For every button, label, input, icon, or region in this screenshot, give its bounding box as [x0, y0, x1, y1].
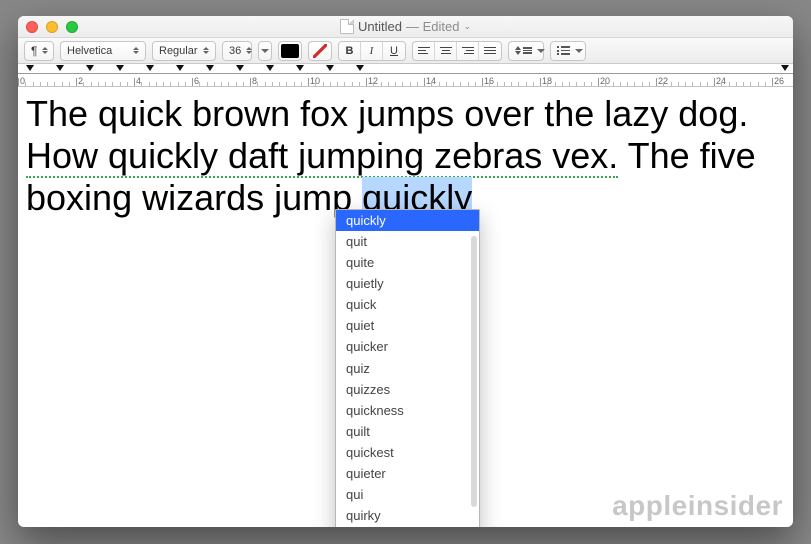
align-left-button[interactable] — [413, 42, 435, 60]
autocomplete-item[interactable]: quickly — [336, 210, 479, 231]
line-spacing-icon — [515, 46, 532, 55]
tab-stop[interactable] — [236, 65, 244, 71]
autocomplete-item[interactable]: quickness — [336, 400, 479, 421]
underline-button[interactable]: U — [383, 42, 405, 60]
paragraph-style-select[interactable]: ¶ — [24, 41, 54, 61]
align-center-icon — [440, 47, 452, 55]
tab-stop[interactable] — [296, 65, 304, 71]
window: Untitled — Edited ⌄ ¶ Helvetica Regular … — [18, 16, 793, 527]
autocomplete-item[interactable]: quitting — [336, 526, 479, 527]
grammar-underline: How quickly daft jumping zebras vex. — [26, 135, 618, 178]
autocomplete-item[interactable]: quite — [336, 252, 479, 273]
ruler[interactable]: 02468101214161820222426 — [18, 64, 793, 87]
chevron-updown-icon — [133, 47, 139, 54]
bullet-list-icon — [557, 46, 570, 55]
autocomplete-item[interactable]: quick — [336, 294, 479, 315]
right-margin-marker[interactable] — [781, 65, 789, 71]
chevron-updown-icon — [203, 47, 209, 54]
ruler-label: 2 — [78, 76, 83, 86]
tab-stop[interactable] — [326, 65, 334, 71]
tab-stop[interactable] — [116, 65, 124, 71]
autocomplete-item[interactable]: quit — [336, 231, 479, 252]
font-weight-select[interactable]: Regular — [152, 41, 216, 61]
tab-stop[interactable] — [56, 65, 64, 71]
autocomplete-item[interactable]: qui — [336, 484, 479, 505]
tab-stop[interactable] — [176, 65, 184, 71]
bold-button[interactable]: B — [339, 42, 361, 60]
autocomplete-item[interactable]: quieter — [336, 463, 479, 484]
paragraph-icon: ¶ — [31, 44, 37, 58]
tab-stop[interactable] — [266, 65, 274, 71]
autocomplete-item[interactable]: quiet — [336, 315, 479, 336]
line-spacing-select[interactable] — [508, 41, 544, 61]
titlebar: Untitled — Edited ⌄ — [18, 16, 793, 38]
window-title[interactable]: Untitled — Edited ⌄ — [18, 19, 793, 34]
chevron-updown-icon — [246, 47, 252, 54]
swatch-black-icon — [281, 44, 299, 58]
ruler-label: 4 — [136, 76, 141, 86]
font-family-label: Helvetica — [67, 45, 112, 57]
tab-stop[interactable] — [146, 65, 154, 71]
tab-stop[interactable] — [356, 65, 364, 71]
autocomplete-item[interactable]: quickest — [336, 442, 479, 463]
list-style-select[interactable] — [550, 41, 586, 61]
chevron-down-icon — [261, 49, 269, 53]
tab-stop[interactable] — [206, 65, 214, 71]
font-size-select[interactable]: 36 — [222, 41, 252, 61]
chevron-down-icon — [537, 49, 545, 53]
align-center-button[interactable] — [435, 42, 457, 60]
align-justify-button[interactable] — [479, 42, 501, 60]
font-size-stepper[interactable] — [258, 41, 272, 61]
text-editor[interactable]: The quick brown fox jumps over the lazy … — [18, 87, 793, 527]
line-1: The quick brown fox jumps over the lazy … — [26, 93, 785, 135]
ruler-label: 0 — [20, 76, 25, 86]
autocomplete-item[interactable]: quicker — [336, 336, 479, 357]
font-weight-label: Regular — [159, 45, 198, 57]
minimize-button[interactable] — [46, 21, 58, 33]
align-justify-icon — [484, 47, 496, 55]
document-icon — [340, 19, 354, 34]
toolbar: ¶ Helvetica Regular 36 B I U — [18, 38, 793, 64]
scrollbar[interactable] — [471, 236, 477, 507]
autocomplete-popup[interactable]: quicklyquitquitequietlyquickquietquicker… — [335, 209, 480, 527]
chevron-down-icon — [575, 49, 583, 53]
ruler-label: 8 — [252, 76, 257, 86]
title-text: Untitled — [358, 19, 402, 34]
swatch-none-icon — [313, 44, 327, 58]
line-2: How quickly daft jumping zebras vex. The… — [26, 135, 785, 177]
title-chevron-down-icon: ⌄ — [464, 21, 472, 32]
chevron-updown-icon — [42, 47, 48, 54]
font-size-label: 36 — [229, 45, 241, 57]
highlight-color-button[interactable] — [308, 41, 332, 61]
autocomplete-item[interactable]: quiz — [336, 358, 479, 379]
alignment-group — [412, 41, 502, 61]
text-style-group: B I U — [338, 41, 406, 61]
align-right-icon — [462, 47, 474, 55]
autocomplete-item[interactable]: quizzes — [336, 379, 479, 400]
window-controls — [26, 21, 78, 33]
ruler-label: 26 — [774, 76, 784, 86]
tab-stop[interactable] — [86, 65, 94, 71]
title-status: — Edited — [406, 19, 459, 34]
close-button[interactable] — [26, 21, 38, 33]
zoom-button[interactable] — [66, 21, 78, 33]
autocomplete-item[interactable]: quilt — [336, 421, 479, 442]
align-left-icon — [418, 47, 430, 55]
ruler-label: 6 — [194, 76, 199, 86]
autocomplete-item[interactable]: quirky — [336, 505, 479, 526]
font-family-select[interactable]: Helvetica — [60, 41, 146, 61]
tab-stop[interactable] — [26, 65, 34, 71]
autocomplete-item[interactable]: quietly — [336, 273, 479, 294]
text-color-button[interactable] — [278, 41, 302, 61]
align-right-button[interactable] — [457, 42, 479, 60]
italic-button[interactable]: I — [361, 42, 383, 60]
